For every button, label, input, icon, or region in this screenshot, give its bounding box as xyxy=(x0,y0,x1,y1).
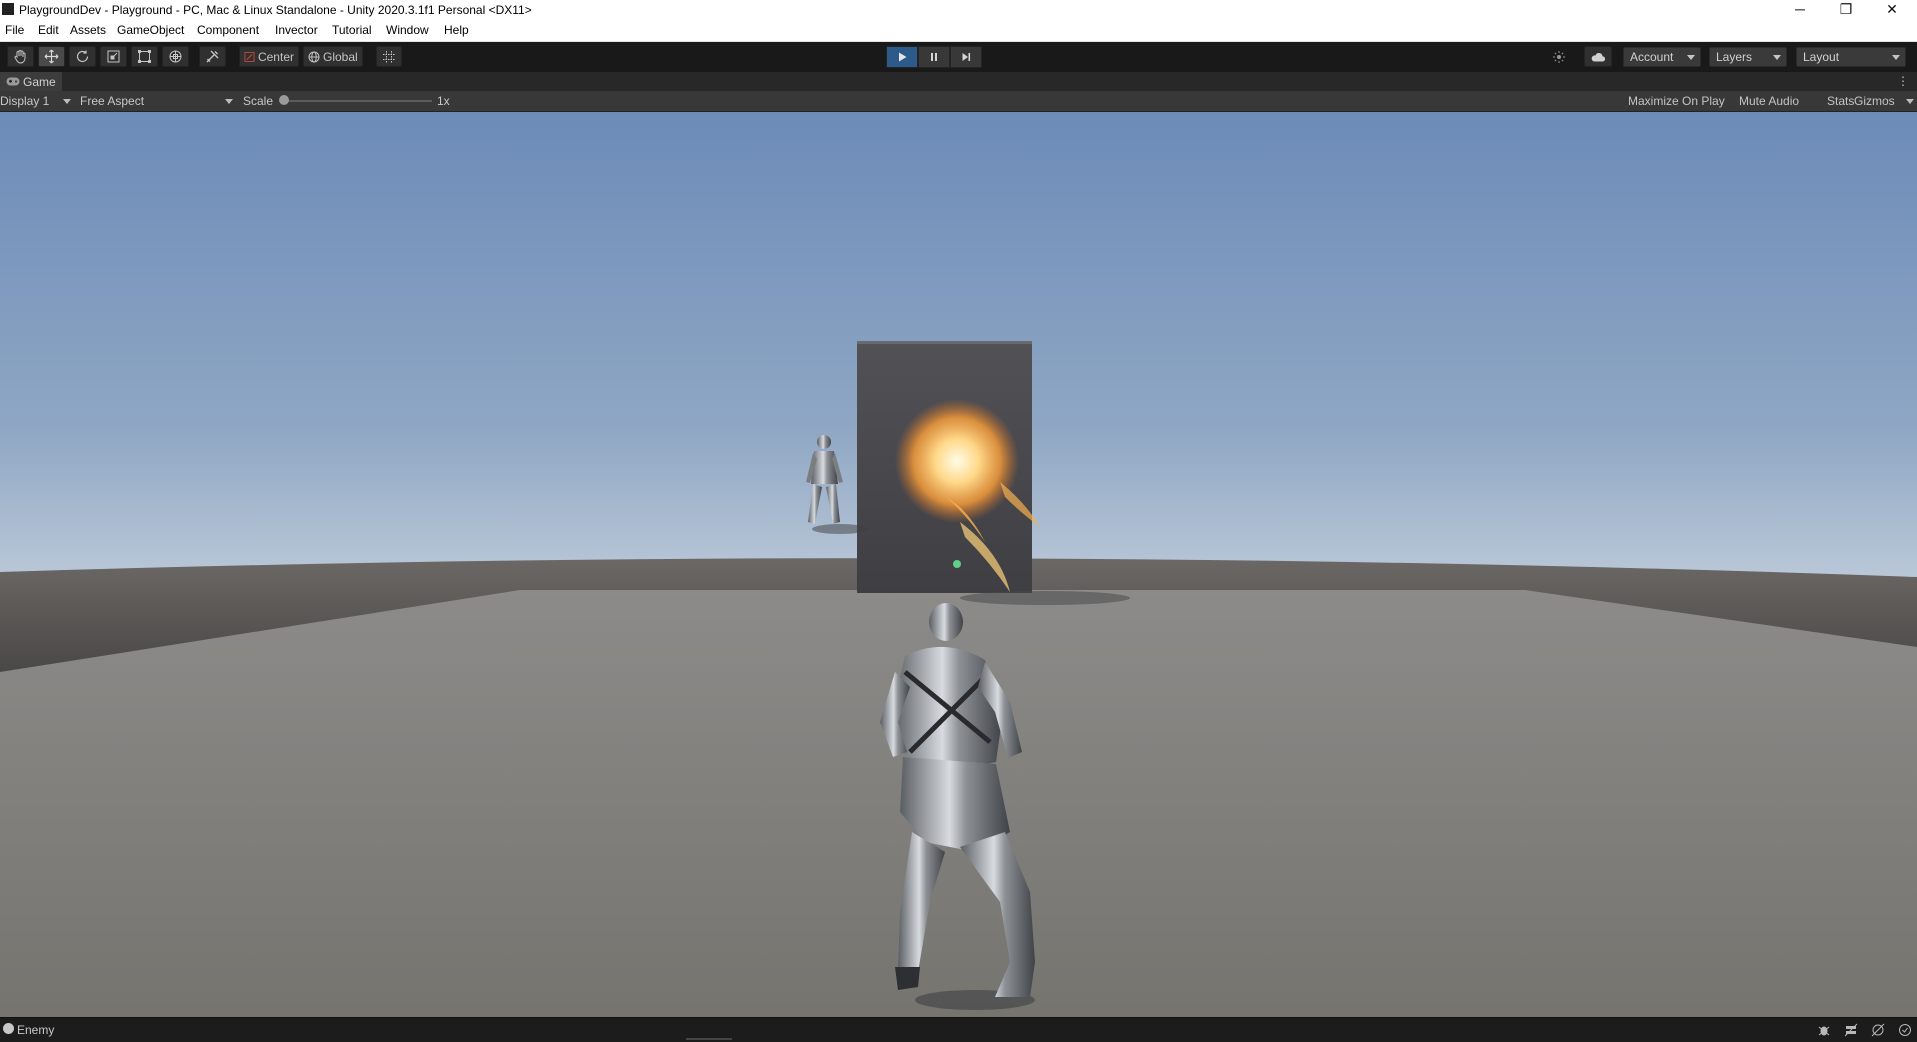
pause-icon xyxy=(931,53,937,61)
unity-logo-icon xyxy=(2,3,14,15)
play-icon xyxy=(899,52,907,62)
layout-dropdown[interactable]: Layout xyxy=(1796,47,1906,67)
cloud-icon xyxy=(1591,52,1606,61)
hand-icon xyxy=(14,50,26,64)
pause-button[interactable] xyxy=(918,46,950,68)
close-button[interactable]: ✕ xyxy=(1869,0,1915,20)
move-icon xyxy=(44,49,59,64)
transform-icon xyxy=(169,50,182,63)
title-bar: PlaygroundDev - Playground - PC, Mac & L… xyxy=(0,0,1917,20)
window-title: PlaygroundDev - Playground - PC, Mac & L… xyxy=(19,3,532,17)
scale-value: 1x xyxy=(437,94,450,108)
auto-generate-lighting-icon[interactable] xyxy=(1896,1021,1914,1039)
rotate-tool-button[interactable] xyxy=(69,46,96,67)
custom-tool-button[interactable] xyxy=(199,46,226,67)
tab-game[interactable]: Game xyxy=(0,72,62,91)
pivot-mode-label: Center xyxy=(257,49,294,64)
chevron-down-icon xyxy=(225,99,233,104)
scale-slider-thumb[interactable] xyxy=(279,95,289,105)
cloud-button[interactable] xyxy=(1584,46,1612,67)
menu-bar: File Edit Assets GameObject Component In… xyxy=(0,20,1917,42)
rect-icon xyxy=(138,50,151,63)
maximize-on-play-toggle[interactable]: Maximize On Play xyxy=(1624,92,1729,110)
menu-gameobject[interactable]: GameObject xyxy=(117,23,184,37)
game-view-controls: Display 1 Free Aspect Scale 1x Maximize … xyxy=(0,91,1917,112)
menu-invector[interactable]: Invector xyxy=(275,23,318,37)
services-button[interactable] xyxy=(1546,46,1572,67)
info-icon xyxy=(3,1023,14,1034)
chevron-down-icon xyxy=(1773,55,1781,60)
tab-game-label: Game xyxy=(23,74,56,89)
scale-label: Scale xyxy=(243,94,274,108)
custom-tool-icon xyxy=(206,50,219,63)
pivot-rotation-button[interactable]: Global xyxy=(303,46,363,67)
game-tab-bar: Game ⋮ xyxy=(0,72,1917,91)
display-dropdown[interactable]: Display 1 xyxy=(0,91,74,111)
collab-icon xyxy=(1553,50,1565,63)
play-button[interactable] xyxy=(886,46,918,68)
maximize-button[interactable]: ❐ xyxy=(1823,0,1869,20)
chevron-down-icon xyxy=(63,99,71,104)
move-tool-button[interactable] xyxy=(38,46,65,67)
status-scroll-indicator xyxy=(686,1038,732,1040)
bug-icon[interactable] xyxy=(1815,1021,1833,1039)
menu-edit[interactable]: Edit xyxy=(38,23,59,37)
layout-label: Layout xyxy=(1803,50,1840,64)
rect-tool-button[interactable] xyxy=(131,46,158,67)
aspect-dropdown[interactable]: Free Aspect xyxy=(80,91,236,111)
menu-assets[interactable]: Assets xyxy=(70,23,106,37)
cache-server-icon[interactable] xyxy=(1842,1021,1860,1039)
mute-audio-toggle[interactable]: Mute Audio xyxy=(1735,92,1803,110)
status-bar: Enemy xyxy=(0,1017,1917,1042)
game-scene xyxy=(0,112,1917,1017)
more-options-icon[interactable]: ⋮ xyxy=(1897,74,1909,88)
status-message[interactable]: Enemy xyxy=(17,1023,54,1037)
game-viewport[interactable] xyxy=(0,112,1917,1017)
step-icon xyxy=(962,53,971,61)
hand-tool-button[interactable] xyxy=(7,46,34,67)
transform-tool-button[interactable] xyxy=(162,46,189,67)
menu-file[interactable]: File xyxy=(5,23,24,37)
pivot-center-icon xyxy=(244,51,255,62)
aspect-label: Free Aspect xyxy=(80,94,145,108)
scale-slider[interactable] xyxy=(279,95,432,105)
chevron-down-icon xyxy=(1906,99,1914,104)
layers-label: Layers xyxy=(1716,50,1753,64)
grid-snap-icon xyxy=(383,50,395,63)
step-button[interactable] xyxy=(950,46,982,68)
rotate-icon xyxy=(76,50,89,63)
chevron-down-icon xyxy=(1892,55,1900,60)
main-toolbar: Center Global Account Layers Layout xyxy=(0,42,1917,71)
globe-icon xyxy=(308,51,320,62)
pivot-mode-button[interactable]: Center xyxy=(239,46,299,67)
chevron-down-icon xyxy=(1687,55,1695,60)
menu-component[interactable]: Component xyxy=(197,23,259,37)
scale-tool-button[interactable] xyxy=(100,46,127,67)
gizmos-label: Gizmos xyxy=(1854,94,1895,108)
account-label: Account xyxy=(1630,50,1674,64)
progress-spinner-icon[interactable] xyxy=(1869,1021,1887,1039)
gamepad-icon xyxy=(6,77,20,86)
menu-tutorial[interactable]: Tutorial xyxy=(332,23,372,37)
minimize-button[interactable]: ─ xyxy=(1777,0,1823,20)
menu-help[interactable]: Help xyxy=(444,23,469,37)
display-label: Display 1 xyxy=(0,94,50,108)
grid-snap-button[interactable] xyxy=(376,46,402,67)
menu-window[interactable]: Window xyxy=(386,23,429,37)
layers-dropdown[interactable]: Layers xyxy=(1709,47,1787,67)
scale-icon xyxy=(107,50,120,63)
gizmos-dropdown[interactable]: Gizmos xyxy=(1850,92,1917,110)
account-dropdown[interactable]: Account xyxy=(1623,47,1701,67)
pivot-rotation-label: Global xyxy=(323,49,358,64)
